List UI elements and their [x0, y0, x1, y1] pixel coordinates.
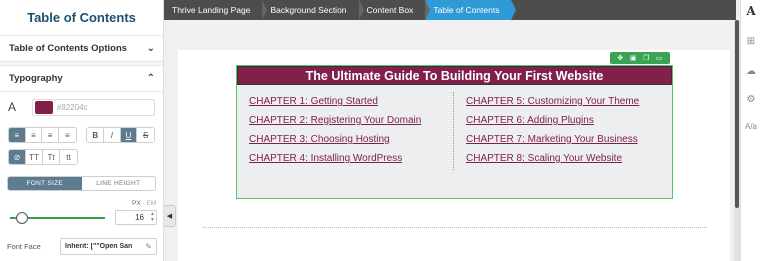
thrive-logo-icon[interactable]: A	[741, 4, 760, 18]
move-icon[interactable]: ✥	[617, 54, 623, 62]
text-style-group: B I U S	[86, 127, 156, 143]
chevron-up-icon: ⌃	[146, 73, 155, 84]
toc-link[interactable]: CHAPTER 2: Registering Your Domain	[249, 111, 453, 130]
italic-button[interactable]: I	[104, 128, 121, 142]
size-tabs: FONT SIZE LINE HEIGHT	[7, 176, 156, 191]
toc-right-column: CHAPTER 5: Customizing Your Theme CHAPTE…	[453, 92, 669, 170]
toc-link[interactable]: CHAPTER 5: Customizing Your Theme	[466, 92, 669, 111]
duplicate-icon[interactable]: ❐	[643, 54, 649, 62]
no-transform-icon[interactable]: ⊘	[9, 150, 26, 164]
chevron-down-icon: ⌄	[146, 43, 155, 54]
unit-px[interactable]: PX	[132, 200, 141, 207]
right-rail: A ⊞ ☁ ⚙ A/a	[740, 0, 760, 261]
font-color-icon: A	[8, 100, 17, 114]
collapse-panel-button[interactable]: ◀	[164, 205, 176, 227]
toc-title[interactable]: The Ultimate Guide To Building Your Firs…	[237, 66, 672, 85]
typography-label: Typography	[9, 73, 63, 84]
toc-columns: CHAPTER 1: Getting Started CHAPTER 2: Re…	[237, 92, 672, 170]
toc-link[interactable]: CHAPTER 6: Adding Plugins	[466, 111, 669, 130]
edit-pencil-icon[interactable]: ✎	[145, 242, 152, 251]
strikethrough-button[interactable]: S	[137, 128, 155, 142]
align-left-icon[interactable]: ≡	[9, 128, 26, 142]
color-swatch[interactable]	[34, 100, 53, 114]
tab-font-size[interactable]: FONT SIZE	[8, 177, 82, 190]
translate-icon[interactable]: A/a	[741, 122, 760, 131]
breadcrumb-thrive-landing-page[interactable]: Thrive Landing Page	[164, 0, 268, 20]
table-of-contents-block[interactable]: The Ultimate Guide To Building Your Firs…	[236, 65, 673, 199]
typography-section-header[interactable]: Typography ⌃	[0, 66, 163, 92]
font-face-value: Inherit: [""Open San	[65, 243, 133, 250]
cloud-icon[interactable]: ☁	[741, 66, 760, 77]
font-face-row: Font Face Inherit: [""Open San ✎	[0, 238, 163, 255]
left-sidebar-panel: Table of Contents Table of Contents Opti…	[0, 0, 164, 261]
breadcrumb: Thrive Landing Page Background Section C…	[164, 0, 736, 20]
save-icon[interactable]: ▣	[630, 54, 637, 62]
panel-title: Table of Contents	[0, 0, 163, 36]
element-toolbar: ✥ ▣ ❐ ▭	[610, 52, 670, 64]
stepper-arrows-icon[interactable]: ▲ ▼	[150, 211, 155, 223]
bold-button[interactable]: B	[87, 128, 105, 142]
toc-link[interactable]: CHAPTER 8: Scaling Your Website	[466, 149, 669, 168]
align-center-icon[interactable]: ≡	[25, 128, 43, 142]
toc-options-label: Table of Contents Options	[9, 43, 128, 54]
scrollbar-thumb[interactable]	[735, 20, 739, 208]
toc-link[interactable]: CHAPTER 7: Marketing Your Business	[466, 130, 669, 149]
font-face-selector[interactable]: Inherit: [""Open San ✎	[60, 238, 157, 255]
tab-line-height[interactable]: LINE HEIGHT	[81, 177, 155, 190]
format-row-2: ⊘ TT Tt tt	[0, 148, 163, 166]
font-size-slider-handle[interactable]	[16, 212, 28, 224]
unit-em[interactable]: EM	[146, 200, 156, 207]
breadcrumb-table-of-contents[interactable]: Table of Contents	[425, 0, 517, 20]
color-hex-input[interactable]: #82204c	[57, 103, 88, 112]
toc-options-section-header[interactable]: Table of Contents Options ⌄	[0, 36, 163, 62]
delete-icon[interactable]: ▭	[656, 54, 663, 62]
format-row-1: ≡ ≡ ≡ ≡ B I U S	[0, 126, 163, 144]
lowercase-button[interactable]: tt	[60, 150, 77, 164]
toc-left-column: CHAPTER 1: Getting Started CHAPTER 2: Re…	[237, 92, 453, 170]
align-right-icon[interactable]: ≡	[42, 128, 59, 142]
font-face-label: Font Face	[7, 242, 41, 251]
text-align-group: ≡ ≡ ≡ ≡	[8, 127, 77, 143]
toc-link[interactable]: CHAPTER 3: Choosing Hosting	[249, 130, 453, 149]
uppercase-button[interactable]: TT	[26, 150, 43, 164]
underline-button[interactable]: U	[120, 128, 138, 142]
editor-canvas: ✥ ▣ ❐ ▭ The Ultimate Guide To Building Y…	[176, 20, 734, 261]
unit-toggle[interactable]: PX - EM	[132, 200, 156, 207]
align-justify-icon[interactable]: ≡	[58, 128, 76, 142]
toc-link[interactable]: CHAPTER 4: Installing WordPress	[249, 149, 453, 168]
add-element-icon[interactable]: ⊞	[741, 36, 760, 47]
font-color-picker[interactable]: #82204c	[31, 98, 155, 116]
capitalize-button[interactable]: Tt	[43, 150, 60, 164]
breadcrumb-background-section[interactable]: Background Section	[262, 0, 364, 20]
section-divider-line	[203, 227, 707, 228]
settings-gear-icon[interactable]: ⚙	[741, 94, 760, 105]
breadcrumb-content-box[interactable]: Content Box	[359, 0, 431, 20]
text-case-group: ⊘ TT Tt tt	[8, 149, 78, 165]
unit-separator: -	[142, 200, 145, 207]
font-color-row: A #82204c	[0, 92, 163, 122]
page-content-area: ✥ ▣ ❐ ▭ The Ultimate Guide To Building Y…	[178, 50, 730, 261]
toc-link[interactable]: CHAPTER 1: Getting Started	[249, 92, 453, 111]
